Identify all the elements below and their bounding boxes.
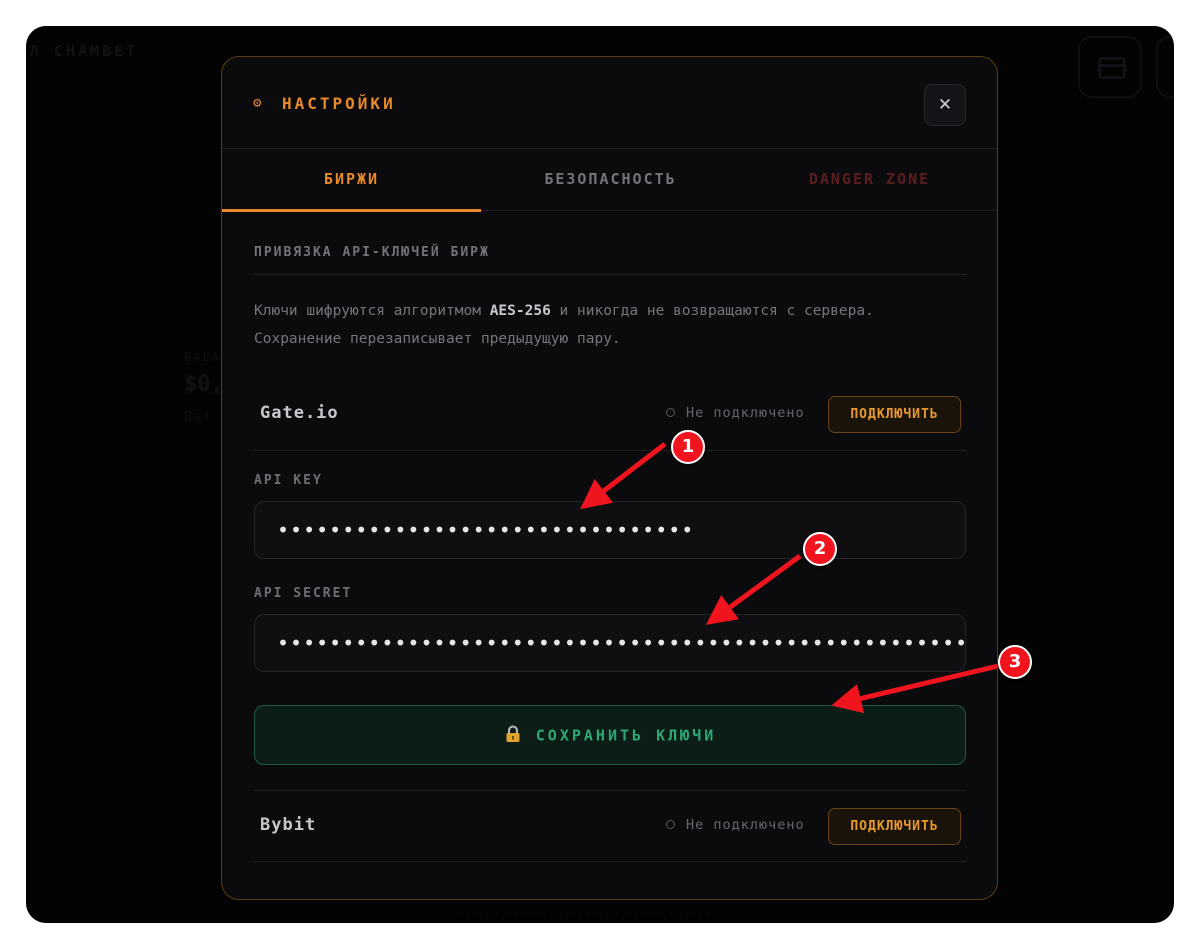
tab-security[interactable]: БЕЗОПАСНОСТЬ — [481, 149, 740, 211]
api-key-label: API KEY — [254, 473, 323, 488]
api-key-input[interactable]: •••••••••••••••••••••••••••••••• — [254, 501, 966, 559]
connection-status: Не подключено — [686, 817, 805, 833]
save-keys-label: СОХРАНИТЬ КЛЮЧИ — [535, 726, 717, 745]
close-icon: ✕ — [937, 95, 953, 115]
description-text-start: Ключи шифруются алгоритмом — [254, 303, 490, 319]
annotation-badge-2: 2 — [803, 532, 837, 566]
save-keys-button[interactable]: СОХРАНИТЬ КЛЮЧИ — [254, 705, 966, 765]
modal-title: НАСТРОЙКИ — [282, 94, 396, 113]
settings-tabs: БИРЖИ БЕЗОПАСНОСТЬ DANGER ZONE — [222, 149, 997, 212]
exchange-row-gateio: Gate.io Не подключено ПОДКЛЮЧИТЬ — [254, 379, 966, 451]
section-title: ПРИВЯЗКА API-КЛЮЧЕЙ БИРЖ — [254, 245, 490, 260]
exchange-name: Gate.io — [260, 403, 339, 423]
modal-header: ⚙ НАСТРОЙКИ ✕ — [222, 57, 997, 149]
settings-modal: ⚙ НАСТРОЙКИ ✕ БИРЖИ БЕЗОПАСНОСТЬ DANGER … — [221, 56, 998, 900]
exchange-row-bybit: Bybit Не подключено ПОДКЛЮЧИТЬ — [254, 790, 966, 862]
description-algorithm: AES-256 — [489, 303, 551, 319]
annotation-badge-1: 1 — [671, 430, 705, 464]
tab-exchanges[interactable]: БИРЖИ — [222, 149, 481, 212]
connection-status: Не подключено — [686, 405, 805, 421]
section-description: Ключи шифруются алгоритмом AES-256 и ник… — [254, 297, 966, 353]
status-circle-icon — [666, 408, 675, 417]
status-circle-icon — [666, 820, 675, 829]
exchange-name: Bybit — [260, 815, 317, 835]
lock-icon — [506, 725, 520, 742]
api-secret-label: API SECRET — [254, 586, 353, 601]
gear-icon: ⚙ — [253, 95, 262, 111]
close-button[interactable]: ✕ — [924, 84, 966, 126]
section-divider — [254, 274, 966, 275]
tab-danger-zone[interactable]: DANGER ZONE — [740, 149, 997, 211]
connect-button-bybit[interactable]: ПОДКЛЮЧИТЬ — [828, 808, 961, 845]
connect-button-gateio[interactable]: ПОДКЛЮЧИТЬ — [828, 396, 961, 433]
annotation-badge-3: 3 — [998, 645, 1032, 679]
api-secret-input[interactable]: ••••••••••••••••••••••••••••••••••••••••… — [254, 614, 966, 672]
